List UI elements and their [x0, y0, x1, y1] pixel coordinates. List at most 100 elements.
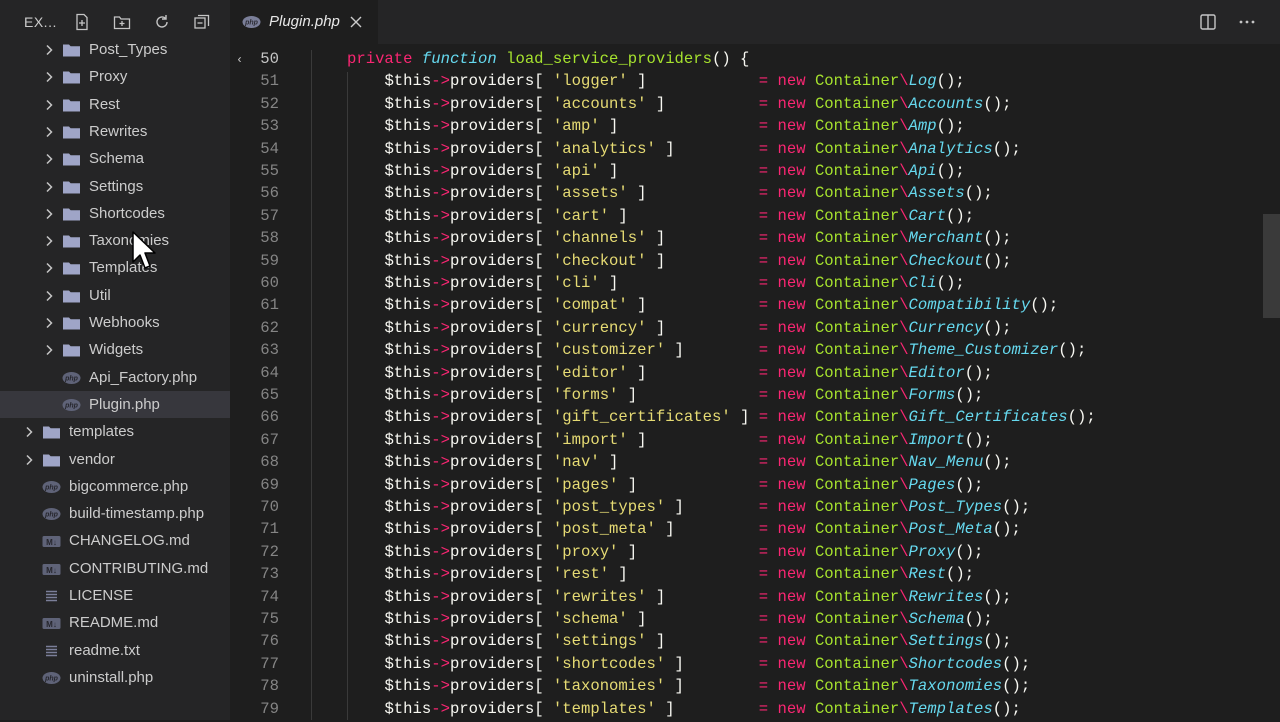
chevron-right-icon[interactable] [44, 99, 54, 111]
tree-item[interactable]: Util [0, 282, 230, 309]
tree-item[interactable]: Post_Types [0, 36, 230, 63]
code-line: 63 $this->providers[ 'customizer' ] = ne… [230, 341, 1260, 363]
code-token: \ [899, 408, 909, 427]
svg-text:php: php [244, 20, 259, 27]
code-token: (); [992, 699, 1021, 718]
tree-item[interactable]: Webhooks [0, 309, 230, 336]
code-token: [ [534, 206, 553, 225]
code-token: ] [627, 72, 647, 91]
line-number: 67 [260, 430, 279, 449]
tree-item-label: README.md [69, 614, 159, 632]
code-token: providers [449, 117, 535, 136]
code-token: = [758, 296, 778, 315]
code-text: $this->providers[ 'channels' ] = new Con… [347, 229, 1011, 247]
new-file-icon[interactable] [72, 12, 92, 32]
tree-item[interactable]: Taxonomies [0, 227, 230, 254]
chevron-right-icon[interactable] [44, 208, 54, 220]
code-token: ] [627, 296, 647, 315]
tree-item[interactable]: php bigcommerce.php [0, 473, 230, 500]
tree-item[interactable]: M↓ README.md [0, 609, 230, 636]
code-text: $this->providers[ 'gift_certificates' ] … [347, 408, 1095, 427]
editor-scrollbar[interactable] [1263, 214, 1280, 318]
tree-item[interactable]: M↓ CONTRIBUTING.md [0, 555, 230, 582]
line-number: 68 [260, 453, 279, 472]
tree-item[interactable]: vendor [0, 446, 230, 473]
code-text: $this->providers[ 'post_types' ] = new C… [347, 498, 1030, 516]
fold-indicator-icon[interactable]: ‹ [236, 53, 243, 67]
code-token: \ [899, 162, 909, 180]
tree-item[interactable]: Settings [0, 173, 230, 200]
tab-plugin-php[interactable]: php Plugin.php [230, 0, 378, 44]
code-token: [ [534, 632, 553, 651]
tree-item[interactable]: Proxy [0, 63, 230, 90]
tree-item[interactable]: Schema [0, 145, 230, 172]
chevron-right-icon[interactable] [44, 71, 54, 83]
chevron-right-icon[interactable] [44, 290, 54, 302]
chevron-right-icon[interactable] [24, 454, 34, 466]
code-token: \ [899, 677, 909, 696]
tree-item[interactable]: php build-timestamp.php [0, 500, 230, 527]
code-token: ] [665, 341, 684, 360]
refresh-icon[interactable] [152, 12, 172, 32]
chevron-right-icon[interactable] [44, 262, 54, 274]
more-actions-icon[interactable] [1238, 13, 1256, 31]
code-token: Container [814, 72, 900, 91]
tree-item[interactable]: php Api_Factory.php [0, 364, 230, 391]
code-token: -> [431, 363, 450, 382]
code-line: 64 $this->providers[ 'editor' ] = new Co… [230, 364, 1260, 386]
code-token: $this [384, 587, 432, 606]
code-token: $this [384, 139, 432, 158]
code-token: ] [599, 117, 619, 136]
tree-item[interactable]: Rewrites [0, 118, 230, 145]
code-token: (); [1002, 498, 1031, 516]
chevron-right-icon[interactable] [44, 153, 54, 165]
code-token: $this [384, 498, 432, 516]
line-number: 60 [260, 274, 279, 292]
collapse-all-icon[interactable] [192, 12, 212, 32]
tree-item[interactable]: Shortcodes [0, 200, 230, 227]
code-token: \ [899, 139, 909, 158]
tree-item[interactable]: Templates [0, 254, 230, 281]
tree-item[interactable]: templates [0, 418, 230, 445]
tree-item[interactable]: php uninstall.php [0, 664, 230, 691]
chevron-right-icon[interactable] [44, 126, 54, 138]
split-editor-icon[interactable] [1199, 13, 1217, 31]
code-token: \ [899, 274, 909, 292]
tree-item[interactable]: Widgets [0, 336, 230, 363]
provider-class: Proxy [908, 542, 956, 561]
new-folder-icon[interactable] [112, 12, 132, 32]
chevron-right-icon[interactable] [44, 344, 54, 356]
code-token: (); [992, 139, 1021, 158]
chevron-right-icon[interactable] [44, 181, 54, 193]
provider-key: 'schema' [552, 610, 628, 628]
code-token: ] [655, 699, 675, 718]
chevron-right-icon[interactable] [24, 426, 34, 438]
code-token: [ [534, 318, 553, 337]
code-token: providers [449, 610, 535, 628]
tree-item-label: bigcommerce.php [69, 477, 189, 495]
tree-item[interactable]: Rest [0, 91, 230, 118]
tree-item[interactable]: M↓ CHANGELOG.md [0, 527, 230, 554]
code-line: 59 $this->providers[ 'checkout' ] = new … [230, 252, 1260, 274]
chevron-right-icon[interactable] [44, 235, 54, 247]
close-icon[interactable] [349, 15, 363, 29]
code-token: = [758, 386, 778, 404]
tree-item[interactable]: readme.txt [0, 637, 230, 664]
tab-bar: php Plugin.php [230, 0, 1280, 44]
chevron-right-icon[interactable] [44, 44, 54, 56]
code-line: 56 $this->providers[ 'assets' ] = new Co… [230, 184, 1260, 206]
code-token: new [777, 542, 815, 561]
chevron-right-icon[interactable] [44, 317, 54, 329]
provider-class: Checkout [908, 251, 984, 270]
code-token: -> [431, 542, 450, 561]
code-token: Container [814, 498, 900, 516]
php-file-icon: php [242, 16, 261, 28]
code-line: ‹ 50 private function load_service_provide… [230, 50, 1260, 72]
tree-item[interactable]: php Plugin.php [0, 390, 230, 418]
tree-item[interactable]: LICENSE [0, 582, 230, 609]
code-token: ] [599, 274, 619, 292]
